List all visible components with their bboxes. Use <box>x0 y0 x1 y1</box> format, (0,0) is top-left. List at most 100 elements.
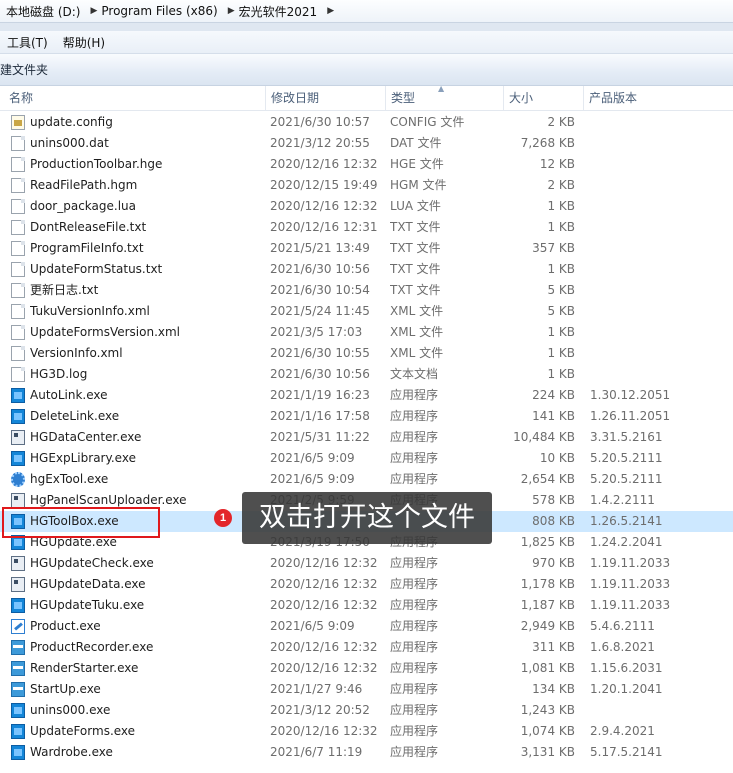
file-date: 2021/3/5 17:03 <box>270 325 363 339</box>
file-date: 2021/1/16 17:58 <box>270 409 370 423</box>
file-row[interactable]: HGUpdateCheck.exe 2020/12/16 12:32 应用程序 970… <box>0 553 733 574</box>
file-icon <box>11 136 25 151</box>
file-row[interactable]: unins000.exe 2021/3/12 20:52 应用程序 1,243 KB <box>0 700 733 721</box>
file-row[interactable]: ProductRecorder.exe 2020/12/16 12:32 应用程序 3… <box>0 637 733 658</box>
file-version <box>590 196 730 217</box>
file-type: TXT 文件 <box>390 283 441 297</box>
file-name: UpdateFormsVersion.xml <box>30 325 181 339</box>
file-row[interactable]: ProductionToolbar.hge 2020/12/16 12:32 HGE… <box>0 154 733 175</box>
file-type: 应用程序 <box>390 409 439 423</box>
file-type: 应用程序 <box>390 451 439 465</box>
file-row[interactable]: VersionInfo.xml 2021/6/30 10:55 XML 文件 1 KB <box>0 343 733 364</box>
chevron-right-icon[interactable]: ▶ <box>218 6 239 16</box>
file-type: 应用程序 <box>390 661 439 675</box>
file-row[interactable]: UpdateFormStatus.txt 2021/6/30 10:56 TXT 文… <box>0 259 733 280</box>
file-type: XML 文件 <box>390 325 444 339</box>
menu-tools[interactable]: 工具(T) <box>0 34 56 51</box>
file-size: 10 KB <box>539 451 575 465</box>
breadcrumb-program-files[interactable]: Program Files (x86) <box>101 4 217 18</box>
file-type: HGE 文件 <box>390 157 444 171</box>
file-name: Product.exe <box>30 619 101 633</box>
file-date: 2020/12/16 12:31 <box>270 220 378 234</box>
file-date: 2021/6/5 9:09 <box>270 451 355 465</box>
file-size: 3,131 KB <box>520 745 575 759</box>
file-name: HGUpdateCheck.exe <box>30 556 154 570</box>
file-row[interactable]: UpdateForms.exe 2020/12/16 12:32 应用程序 1,074… <box>0 721 733 742</box>
file-row[interactable]: hgExTool.exe 2021/6/5 9:09 应用程序 2,654 KB 5.2… <box>0 469 733 490</box>
file-date: 2020/12/16 12:32 <box>270 199 378 213</box>
instruction-tooltip: 双击打开这个文件 <box>242 492 492 544</box>
file-version <box>590 364 730 385</box>
file-row[interactable]: Wardrobe.exe 2021/6/7 11:19 应用程序 3,131 KB 5.… <box>0 742 733 763</box>
file-size: 1,825 KB <box>520 535 575 549</box>
file-icon <box>11 346 25 361</box>
file-name: HGExpLibrary.exe <box>30 451 136 465</box>
file-size: 7,268 KB <box>520 136 575 150</box>
file-row[interactable]: ReadFilePath.hgm 2020/12/15 19:49 HGM 文件 2 … <box>0 175 733 196</box>
app-icon <box>11 388 25 403</box>
file-row[interactable]: TukuVersionInfo.xml 2021/5/24 11:45 XML 文件… <box>0 301 733 322</box>
file-name: ProductRecorder.exe <box>30 640 154 654</box>
file-icon <box>11 304 25 319</box>
column-header-version[interactable]: 产品版本 <box>584 86 733 110</box>
file-type: TXT 文件 <box>390 220 441 234</box>
file-name: HGUpdateTuku.exe <box>30 598 145 612</box>
file-row[interactable]: update.config 2021/6/30 10:57 CONFIG 文件 2 K… <box>0 112 733 133</box>
file-row[interactable]: DeleteLink.exe 2021/1/16 17:58 应用程序 141 KB 1… <box>0 406 733 427</box>
address-bar[interactable]: 本地磁盘 (D:) ▶ Program Files (x86) ▶ 宏光软件20… <box>0 0 733 23</box>
new-folder-button[interactable]: 新建文件夹 <box>0 61 48 78</box>
file-type: HGM 文件 <box>390 178 447 192</box>
file-row[interactable]: 更新日志.txt 2021/6/30 10:54 TXT 文件 5 KB <box>0 280 733 301</box>
file-row[interactable]: HGDataCenter.exe 2021/5/31 11:22 应用程序 10,48… <box>0 427 733 448</box>
file-row[interactable]: AutoLink.exe 2021/1/19 16:23 应用程序 224 KB 1.3… <box>0 385 733 406</box>
file-icon <box>11 325 25 340</box>
file-size: 578 KB <box>532 493 575 507</box>
file-version: 5.20.5.2111 <box>590 472 663 486</box>
file-row[interactable]: ProgramFileInfo.txt 2021/5/21 13:49 TXT 文件… <box>0 238 733 259</box>
file-type: LUA 文件 <box>390 199 441 213</box>
highlight-box <box>2 507 160 538</box>
file-icon <box>11 262 25 277</box>
chevron-right-icon[interactable]: ▶ <box>317 6 338 16</box>
column-header-date[interactable]: 修改日期 <box>266 86 386 110</box>
file-date: 2021/6/30 10:54 <box>270 283 370 297</box>
file-type: 应用程序 <box>390 703 439 717</box>
file-type: 应用程序 <box>390 745 439 759</box>
file-row[interactable]: Product.exe 2021/6/5 9:09 应用程序 2,949 KB 5.4.… <box>0 616 733 637</box>
file-icon <box>11 178 25 193</box>
file-date: 2020/12/15 19:49 <box>270 178 378 192</box>
file-name: DontReleaseFile.txt <box>30 220 147 234</box>
menu-help[interactable]: 帮助(H) <box>56 34 113 51</box>
file-type: 应用程序 <box>390 556 439 570</box>
file-type: TXT 文件 <box>390 262 441 276</box>
file-row[interactable]: UpdateFormsVersion.xml 2021/3/5 17:03 XML … <box>0 322 733 343</box>
app-icon <box>11 703 25 718</box>
config-file-icon <box>11 115 25 130</box>
file-version <box>590 133 730 154</box>
breadcrumb-drive[interactable]: 本地磁盘 (D:) <box>0 3 80 20</box>
file-name: VersionInfo.xml <box>30 346 123 360</box>
file-name: UpdateFormStatus.txt <box>30 262 163 276</box>
file-row[interactable]: HGUpdateData.exe 2020/12/16 12:32 应用程序 1,17… <box>0 574 733 595</box>
file-version: 1.4.2.2111 <box>590 493 655 507</box>
file-row[interactable]: HGUpdateTuku.exe 2020/12/16 12:32 应用程序 1,18… <box>0 595 733 616</box>
column-header-size[interactable]: 大小 <box>504 86 584 110</box>
app-icon <box>11 409 25 424</box>
file-name: UpdateForms.exe <box>30 724 136 738</box>
file-row[interactable]: RenderStarter.exe 2020/12/16 12:32 应用程序 1,0… <box>0 658 733 679</box>
column-header-type[interactable]: 类型 <box>386 86 504 110</box>
file-date: 2021/3/12 20:55 <box>270 136 370 150</box>
file-row[interactable]: StartUp.exe 2021/1/27 9:46 应用程序 134 KB 1.20.… <box>0 679 733 700</box>
step-number-badge: 1 <box>214 509 232 527</box>
file-version: 1.26.5.2141 <box>590 514 663 528</box>
file-row[interactable]: HGExpLibrary.exe 2021/6/5 9:09 应用程序 10 KB 5.… <box>0 448 733 469</box>
file-row[interactable]: DontReleaseFile.txt 2020/12/16 12:31 TXT 文… <box>0 217 733 238</box>
file-size: 141 KB <box>532 409 575 423</box>
file-row[interactable]: unins000.dat 2021/3/12 20:55 DAT 文件 7,268 K… <box>0 133 733 154</box>
breadcrumb-current-folder[interactable]: 宏光软件2021 <box>239 3 318 20</box>
chevron-right-icon[interactable]: ▶ <box>80 6 101 16</box>
dark-app-icon <box>11 556 25 571</box>
column-header-name[interactable]: 名称 <box>4 86 266 110</box>
file-row[interactable]: HG3D.log 2021/6/30 10:56 文本文档 1 KB <box>0 364 733 385</box>
file-row[interactable]: door_package.lua 2020/12/16 12:32 LUA 文件 1 … <box>0 196 733 217</box>
